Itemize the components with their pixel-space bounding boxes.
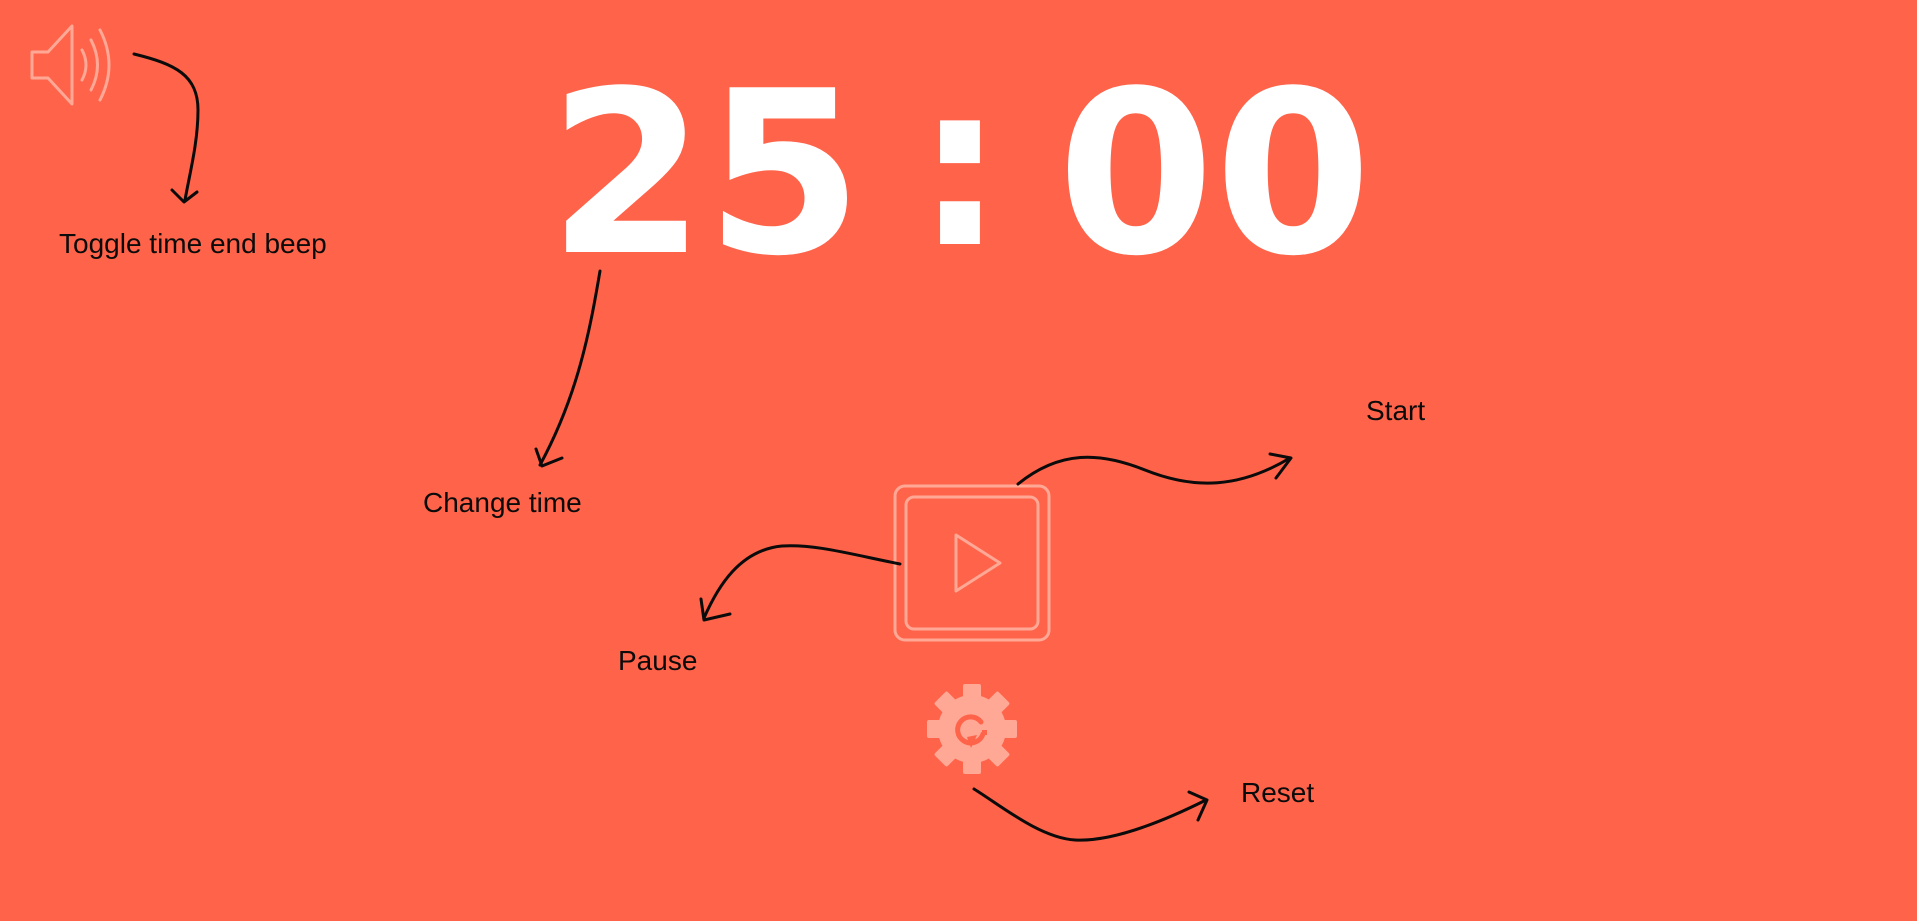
arrow-start <box>1016 455 1292 486</box>
pause-label: Pause <box>618 645 698 676</box>
arrow-toggle-beep <box>132 52 200 202</box>
play-pause-button[interactable] <box>893 484 1051 642</box>
timer-seconds[interactable]: 00 <box>1057 62 1372 288</box>
arrow-pause <box>702 544 902 620</box>
play-icon <box>893 484 1051 642</box>
change-time-label: Change time <box>423 487 582 518</box>
pomodoro-screen: 25 : 00 Toggle time end beep Change time… <box>0 0 1917 921</box>
timer-separator: : <box>914 35 1006 298</box>
toggle-beep-label: Toggle time end beep <box>59 228 327 259</box>
sound-toggle-button[interactable] <box>30 22 130 108</box>
arrow-reset <box>972 787 1208 842</box>
timer-minutes[interactable]: 25 <box>548 62 863 288</box>
reset-label: Reset <box>1241 777 1315 808</box>
start-label: Start <box>1366 395 1426 426</box>
speaker-icon <box>30 24 111 106</box>
timer-display[interactable]: 25 : 00 <box>520 54 1400 290</box>
gear-reset-icon <box>927 684 1017 774</box>
reset-button[interactable] <box>925 682 1019 776</box>
